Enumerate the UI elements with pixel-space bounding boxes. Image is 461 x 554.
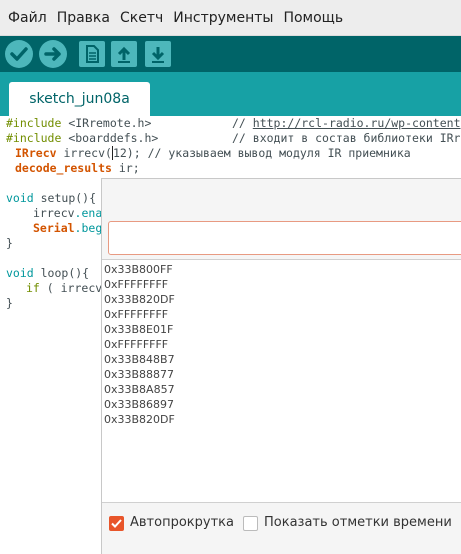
timestamp-label: Показать отметки времени [264, 515, 452, 530]
code-keyword: #include [6, 116, 62, 130]
code-line: } [6, 296, 13, 310]
code-text: ir; [111, 161, 140, 175]
menu-file[interactable]: Файл [0, 10, 52, 26]
tab-sketch[interactable]: sketch_jun08a [9, 82, 150, 116]
arrow-up-icon [117, 46, 131, 63]
code-keyword: #include [6, 131, 62, 145]
code-comment: // [232, 116, 253, 130]
code-object: Serial [33, 221, 75, 235]
code-line: decode_results ir; [15, 161, 140, 176]
upload-button[interactable] [39, 40, 67, 68]
code-comment: // указываем вывод модуля IR приемника [147, 146, 411, 160]
code-text: ( irrecv [39, 281, 103, 295]
autoscroll-checkbox[interactable] [109, 516, 124, 531]
code-keyword: void [6, 266, 34, 280]
code-type: IRrecv [15, 146, 57, 160]
menu-sketch[interactable]: Скетч [115, 10, 168, 26]
serial-output-line: 0x33B848B7 [104, 353, 175, 366]
arrow-down-icon [151, 47, 165, 63]
code-line: void loop(){ [6, 266, 89, 281]
serial-output-line: 0xFFFFFFFF [104, 338, 169, 351]
code-method: .ena [74, 206, 103, 220]
code-line: if ( irrecv [26, 281, 102, 296]
menu-tools[interactable]: Инструменты [168, 10, 278, 26]
code-text: <boarddefs.h> [61, 131, 159, 145]
tab-bar: sketch_jun08a [0, 72, 461, 116]
menu-edit[interactable]: Правка [52, 10, 115, 26]
serial-monitor-window: 0x33B800FF 0xFFFFFFFF 0x33B820DF 0xFFFFF… [101, 178, 461, 554]
code-keyword: void [6, 191, 34, 205]
toolbar [0, 36, 461, 72]
code-text: irrecv( [56, 146, 112, 160]
new-sketch-button[interactable] [79, 41, 105, 67]
serial-output-line: 0x33B8E01F [104, 323, 174, 336]
code-url-link[interactable]: http://rcl-radio.ru/wp-content [253, 116, 461, 130]
code-text: loop(){ [33, 266, 90, 280]
checkmark-icon [111, 519, 122, 528]
code-text: setup(){ [33, 191, 97, 205]
autoscroll-label: Автопрокрутка [130, 515, 234, 530]
save-button[interactable] [145, 41, 171, 67]
code-comment: // входит в состав библиотеки IRr [232, 131, 461, 145]
code-line: #include <IRremote.h> // http://rcl-radio… [6, 116, 461, 131]
code-text: <IRremote.h> [61, 116, 152, 130]
serial-output-line: 0x33B820DF [104, 293, 175, 306]
verify-button[interactable] [5, 40, 33, 68]
serial-input-field[interactable] [108, 221, 461, 255]
code-type: decode_results [15, 161, 112, 175]
serial-output-line: 0x33B8A857 [104, 383, 175, 396]
arrow-right-icon [44, 47, 61, 61]
code-keyword: if [26, 281, 40, 295]
open-button[interactable] [111, 41, 137, 67]
code-method: .beg [74, 221, 103, 235]
document-icon [86, 45, 99, 63]
serial-output-line: 0xFFFFFFFF [104, 308, 169, 321]
serial-monitor-footer: Автопрокрутка Показать отметки времени [102, 509, 461, 549]
menu-help[interactable]: Помощь [278, 10, 348, 26]
serial-output-line: 0x33B88877 [104, 368, 175, 381]
checkmark-icon [10, 47, 28, 61]
code-line: irrecv.ena [33, 206, 102, 221]
code-line: #include <boarddefs.h> // входит в состав… [6, 131, 460, 146]
code-line: Serial.beg [33, 221, 102, 236]
serial-output-line: 0xFFFFFFFF [104, 278, 169, 291]
code-line: } [6, 236, 13, 250]
serial-output-line: 0x33B800FF [104, 263, 173, 276]
serial-output-line: 0x33B86897 [104, 398, 175, 411]
code-line: IRrecv irrecv(12); // указываем вывод мо… [15, 146, 411, 161]
code-object: irrecv [33, 206, 75, 220]
timestamp-checkbox[interactable] [243, 516, 258, 531]
menu-bar: Файл Правка Скетч Инструменты Помощь [0, 0, 461, 36]
serial-output-area[interactable]: 0x33B800FF 0xFFFFFFFF 0x33B820DF 0xFFFFF… [102, 259, 461, 503]
code-line: void setup(){ [6, 191, 96, 206]
text-cursor: 1 [111, 146, 120, 160]
serial-output-line: 0x33B820DF [104, 413, 175, 426]
code-text: 2); [119, 146, 148, 160]
